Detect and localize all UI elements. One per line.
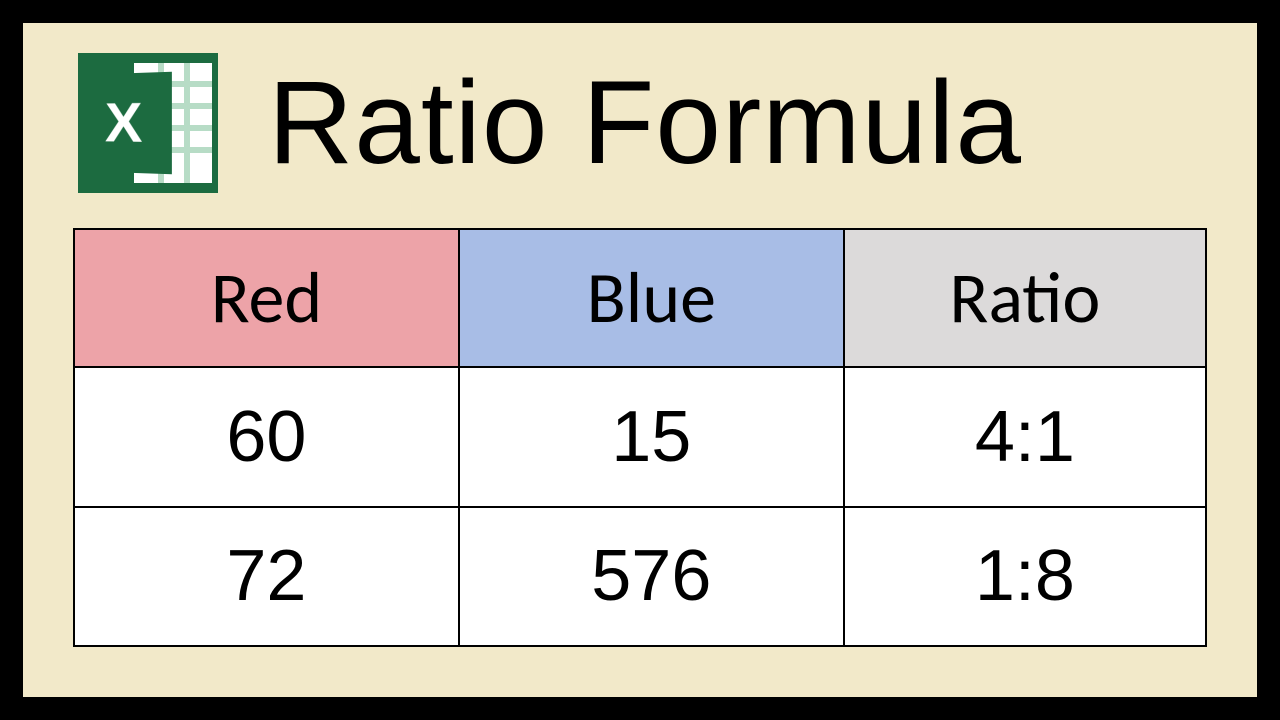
cell-red: 60 bbox=[74, 367, 459, 507]
cell-ratio: 4:1 bbox=[844, 367, 1206, 507]
content-card: X Ratio Formula Red Blue Ratio 60 15 4:1… bbox=[20, 20, 1260, 700]
cell-red: 72 bbox=[74, 507, 459, 647]
header-red: Red bbox=[74, 229, 459, 367]
page-title: Ratio Formula bbox=[268, 64, 1022, 182]
cell-ratio: 1:8 bbox=[844, 507, 1206, 647]
excel-icon-letter: X bbox=[105, 91, 143, 156]
excel-icon: X bbox=[78, 53, 218, 193]
table-row: 72 576 1:8 bbox=[74, 507, 1206, 647]
ratio-table: Red Blue Ratio 60 15 4:1 72 576 1:8 bbox=[73, 228, 1207, 647]
cell-blue: 15 bbox=[459, 367, 844, 507]
header-ratio: Ratio bbox=[844, 229, 1206, 367]
cell-blue: 576 bbox=[459, 507, 844, 647]
header-blue: Blue bbox=[459, 229, 844, 367]
header: X Ratio Formula bbox=[73, 53, 1207, 193]
table-header-row: Red Blue Ratio bbox=[74, 229, 1206, 367]
table-row: 60 15 4:1 bbox=[74, 367, 1206, 507]
